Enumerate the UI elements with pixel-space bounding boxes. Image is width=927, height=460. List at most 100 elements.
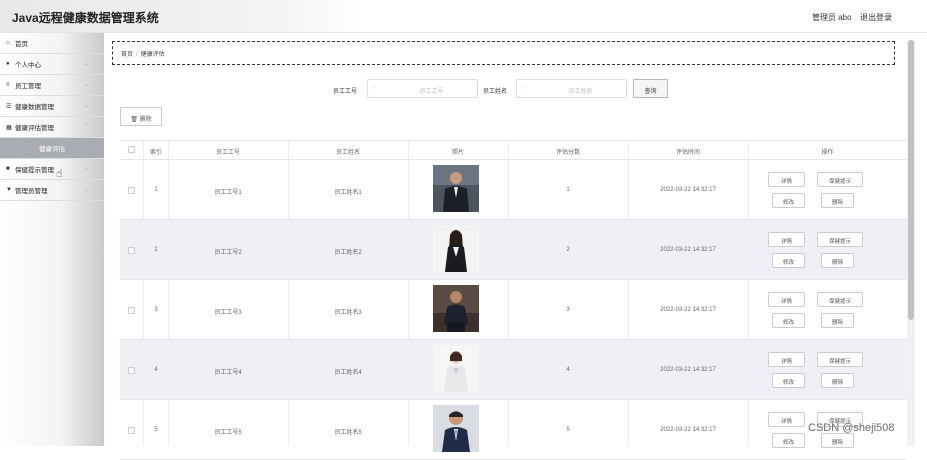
detail-button[interactable]: 详情 <box>768 172 805 187</box>
employee-photo <box>433 345 479 392</box>
header-photo: 照片 <box>451 150 464 156</box>
health-tip-button[interactable]: 保健提示 <box>817 352 863 367</box>
sidebar-item-admins[interactable]: ▼ 管理员管理 ⌄ <box>0 180 104 201</box>
table-row: 5 员工工号5 员工姓名5 5 2022-03-22 14:32:17 详情 保… <box>120 400 907 460</box>
row-checkbox[interactable] <box>128 247 135 254</box>
delete-button[interactable]: 删除 <box>821 313 854 328</box>
sidebar-item-label: 首页 <box>15 41 28 48</box>
header-employee-name: 员工姓名 <box>335 150 360 156</box>
employee-no-label: 员工工号 <box>333 89 358 95</box>
delete-button[interactable]: 删除 <box>821 193 854 208</box>
header-score: 评估分数 <box>555 150 580 156</box>
scrollbar-thumb[interactable] <box>908 40 914 320</box>
employee-name-placeholder: 员工姓名 <box>568 89 593 95</box>
vertical-scrollbar[interactable] <box>907 40 915 446</box>
cell-score: 4 <box>566 367 570 373</box>
detail-button[interactable]: 详情 <box>768 412 805 427</box>
employee-photo <box>433 225 479 272</box>
chevron-down-icon: ⌄ <box>84 61 90 67</box>
list-icon: ≡ <box>6 82 10 88</box>
breadcrumb-home[interactable]: 首页 <box>121 52 133 58</box>
sidebar-item-label: 管理员管理 <box>15 188 48 195</box>
chevron-up-icon: ⌃ <box>84 124 90 130</box>
employee-no-input[interactable]: ○ 员工工号 <box>367 79 478 98</box>
cell-score: 3 <box>566 307 570 313</box>
delete-button[interactable]: 删除 <box>821 373 854 388</box>
home-icon: ⌂ <box>6 40 10 46</box>
stack-icon: ☰ <box>6 103 12 110</box>
cell-time: 2022-03-22 14:32:17 <box>660 427 716 433</box>
cell-employee-name: 员工姓名4 <box>334 370 362 376</box>
cell-index: 5 <box>154 427 158 433</box>
cell-employee-name: 员工姓名2 <box>334 250 362 256</box>
cell-index: 3 <box>154 307 158 313</box>
sidebar-item-profile[interactable]: ● 个人中心 ⌄ <box>0 54 104 75</box>
row-checkbox[interactable] <box>128 427 135 434</box>
employee-name-input[interactable]: ○ 员工姓名 <box>516 79 627 98</box>
sidebar-item-label: 健康评估管理 <box>15 125 54 132</box>
cell-employee-no: 员工工号5 <box>214 430 242 436</box>
cell-employee-name: 员工姓名1 <box>334 190 362 196</box>
health-tip-button[interactable]: 保健提示 <box>817 292 863 307</box>
employee-name-label: 员工姓名 <box>483 89 508 95</box>
top-bar: Java远程健康数据管理系统 管理员 abo 退出登录 <box>0 0 927 33</box>
header-actions: 操作 <box>821 150 834 156</box>
cell-employee-name: 员工姓名3 <box>334 310 362 316</box>
batch-delete-button[interactable]: 🗑 删除 <box>120 107 162 126</box>
watermark: CSDN @sheji508 <box>808 422 895 434</box>
sidebar-item-health-data[interactable]: ☰ 健康数据管理 ⌄ <box>0 96 104 117</box>
hand-cursor-icon: ☝ <box>56 168 63 180</box>
search-icon: ○ <box>521 85 525 91</box>
cell-employee-no: 员工工号4 <box>214 370 242 376</box>
header-employee-no: 员工工号 <box>215 150 240 156</box>
row-checkbox[interactable] <box>128 307 135 314</box>
breadcrumb-current: 健康评估 <box>140 52 165 58</box>
search-button[interactable]: 查询 <box>633 79 668 98</box>
health-tip-button[interactable]: 保健提示 <box>817 172 863 187</box>
admin-label: 管理员 abo <box>812 13 852 22</box>
sidebar-item-employees[interactable]: ≡ 员工管理 ⌄ <box>0 75 104 96</box>
breadcrumb: 首页 / 健康评估 <box>112 41 895 65</box>
cell-score: 2 <box>566 247 570 253</box>
table-row: 2 员工工号2 员工姓名2 2 2022-03-22 14:32:17 详情 保… <box>120 220 907 280</box>
table-header: 索引 员工工号 员工姓名 照片 评估分数 评估时间 操作 <box>120 141 907 160</box>
person-icon: ▼ <box>6 187 12 193</box>
cell-employee-no: 员工工号1 <box>214 190 242 196</box>
sidebar-item-label: 个人中心 <box>15 62 41 69</box>
employee-photo <box>433 285 479 332</box>
employee-no-placeholder: 员工工号 <box>419 89 444 95</box>
detail-button[interactable]: 详情 <box>768 292 805 307</box>
sidebar: ⌂ 首页 ● 个人中心 ⌄ ≡ 员工管理 ⌄ ☰ 健康数据管理 ⌄ ▦ 健康评估… <box>0 33 104 446</box>
edit-button[interactable]: 修改 <box>772 193 805 208</box>
row-checkbox[interactable] <box>128 187 135 194</box>
table-row: 4 员工工号4 员工姓名4 4 2022-03-22 14:32:17 详情 保… <box>120 340 907 400</box>
sidebar-item-health-tips[interactable]: ■ 保健提示管理 ⌄ ☝ <box>0 159 104 180</box>
delete-button[interactable]: 删除 <box>821 253 854 268</box>
cell-time: 2022-03-22 14:32:17 <box>660 187 716 193</box>
app-title: Java远程健康数据管理系统 <box>12 11 159 25</box>
select-all-checkbox[interactable] <box>128 146 135 153</box>
edit-button[interactable]: 修改 <box>772 253 805 268</box>
search-icon: ○ <box>372 85 376 91</box>
health-tip-button[interactable]: 保健提示 <box>817 232 863 247</box>
row-checkbox[interactable] <box>128 367 135 374</box>
cell-time: 2022-03-22 14:32:17 <box>660 247 716 253</box>
logout-link[interactable]: 退出登录 <box>860 12 892 23</box>
sidebar-item-home[interactable]: ⌂ 首页 <box>0 33 104 54</box>
edit-button[interactable]: 修改 <box>772 313 805 328</box>
sidebar-item-label: 保健提示管理 <box>15 167 54 174</box>
employee-photo <box>433 405 479 452</box>
batch-delete-label: 删除 <box>139 117 152 123</box>
cell-index: 4 <box>154 367 158 373</box>
sidebar-item-health-assessment-mgmt[interactable]: ▦ 健康评估管理 ⌃ <box>0 117 104 138</box>
cell-score: 5 <box>566 427 570 433</box>
edit-button[interactable]: 修改 <box>772 373 805 388</box>
sidebar-item-label: 健康数据管理 <box>15 104 54 111</box>
sidebar-item-health-assessment[interactable]: 健康评估 <box>0 138 104 159</box>
detail-button[interactable]: 详情 <box>768 232 805 247</box>
chevron-down-icon: ⌄ <box>84 103 90 109</box>
cell-employee-name: 员工姓名5 <box>334 430 362 436</box>
cell-time: 2022-03-22 14:32:17 <box>660 307 716 313</box>
detail-button[interactable]: 详情 <box>768 352 805 367</box>
table-row: 3 员工工号3 员工姓名3 3 2022-03-22 14:32:17 详情 保… <box>120 280 907 340</box>
